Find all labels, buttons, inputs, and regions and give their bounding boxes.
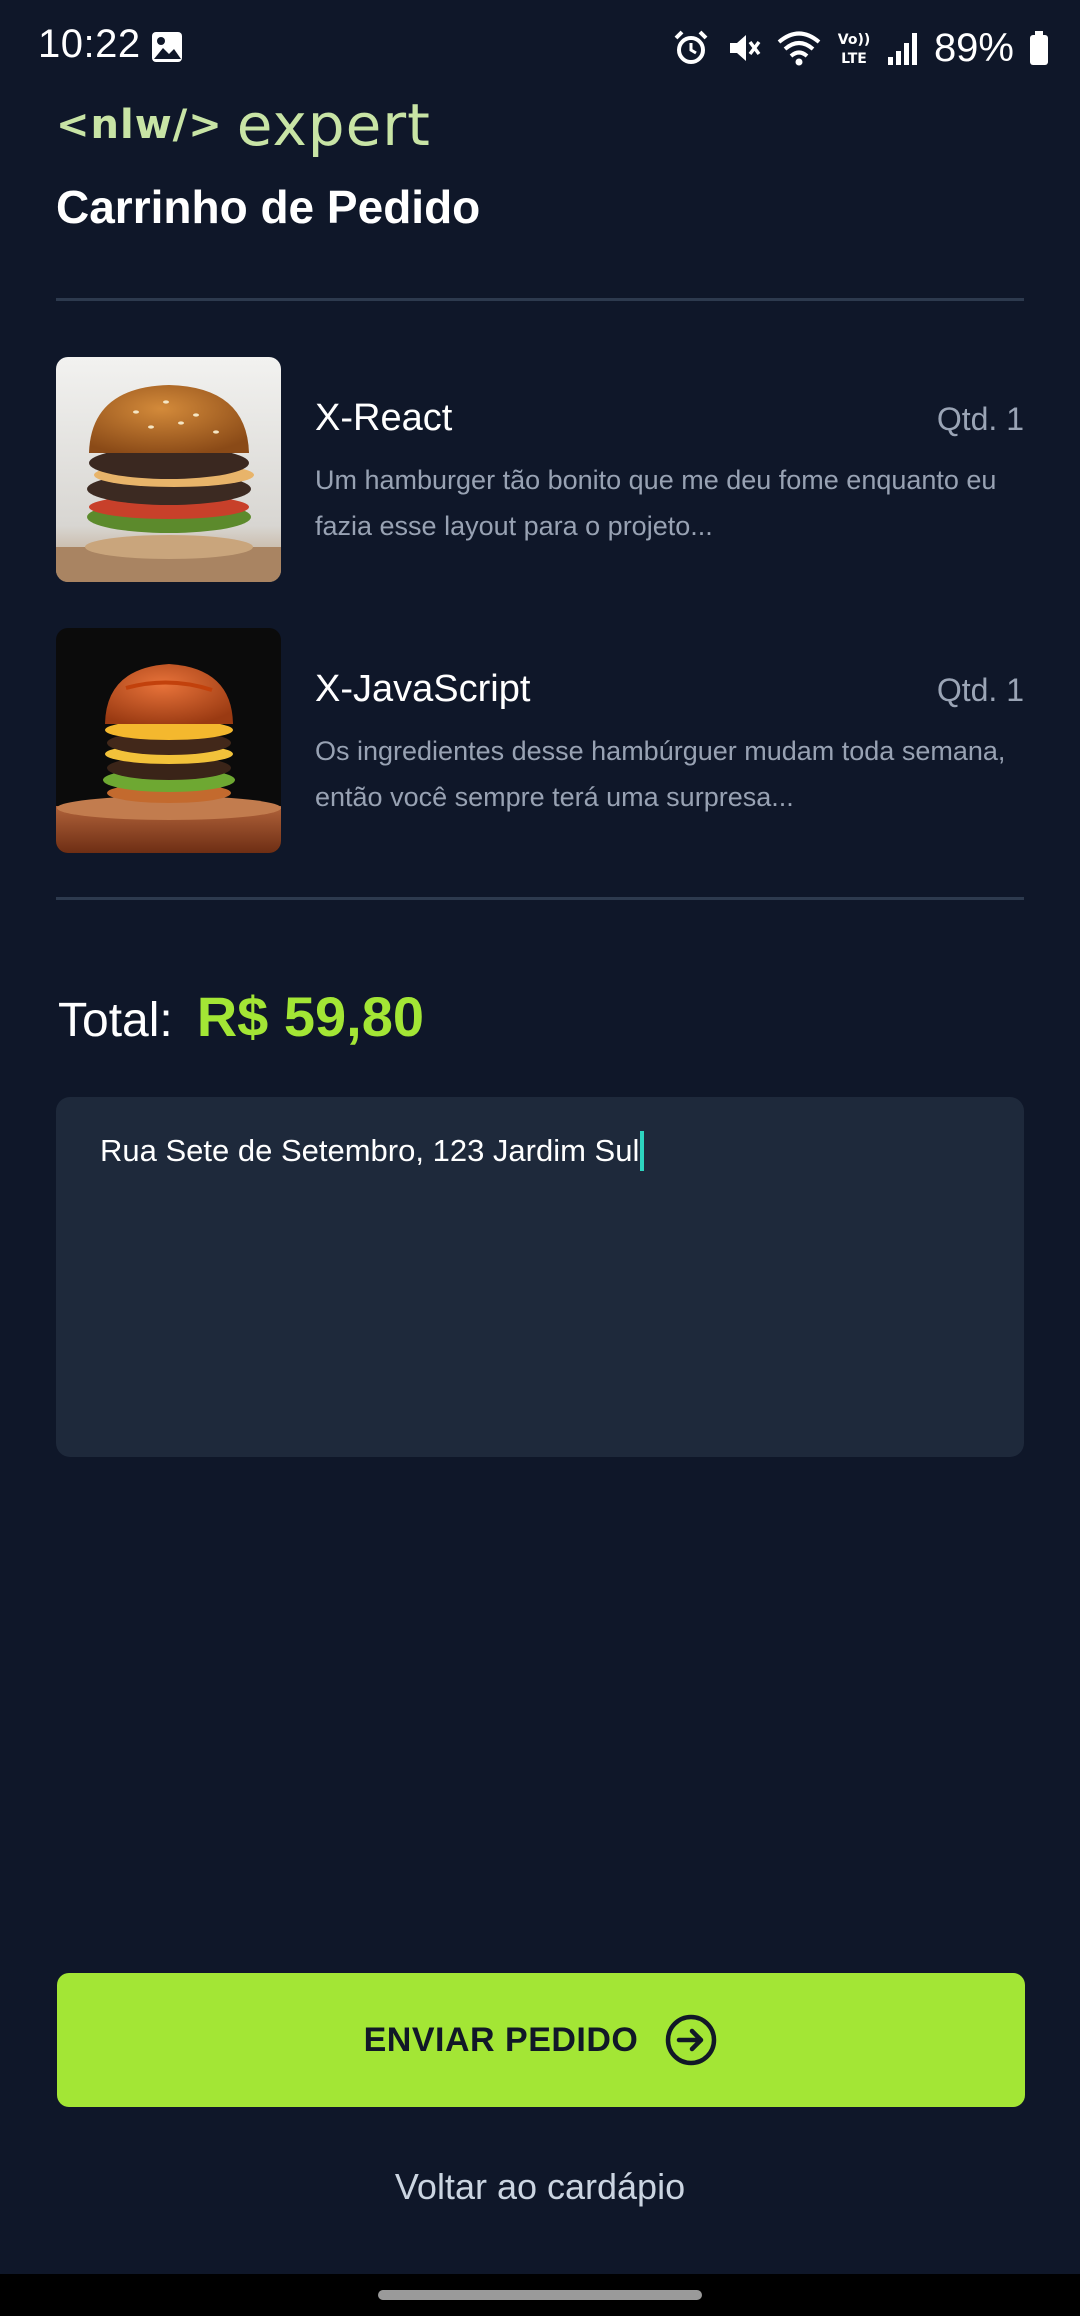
divider-bottom [56, 897, 1024, 900]
cart-screen: 10:22 Vo)) LTE 89% <nlw/> expert Carrinh… [0, 0, 1080, 2316]
item-name: X-JavaScript [315, 668, 531, 710]
cart-item: X-React Qtd. 1 Um hamburger tão bonito q… [56, 357, 1024, 583]
alarm-icon [674, 30, 708, 64]
item-description: Um hamburger tão bonito que me deu fome … [315, 465, 997, 541]
svg-text:LTE: LTE [841, 51, 867, 67]
home-gesture-bar[interactable] [378, 2290, 702, 2300]
arrow-circle-right-icon [666, 2014, 717, 2066]
back-to-menu-link[interactable]: Voltar ao cardápio [0, 2166, 1080, 2208]
wifi-icon [777, 31, 821, 66]
status-icons: Vo)) LTE 89% [672, 22, 1050, 74]
logo-expert-text: expert [236, 91, 431, 159]
cart-item: X-JavaScript Qtd. 1 Os ingredientes dess… [56, 628, 1024, 854]
page-title: Carrinho de Pedido [56, 181, 481, 233]
mute-icon [729, 35, 761, 61]
image-icon [152, 32, 182, 62]
text-caret [640, 1131, 645, 1171]
volte-icon: Vo)) LTE [838, 32, 870, 67]
battery-icon [1030, 31, 1048, 65]
svg-text:Vo)): Vo)) [838, 32, 870, 48]
status-time: 10:22 [38, 22, 141, 66]
nlw-expert-logo: <nlw/> expert [56, 90, 431, 160]
signal-icon [887, 33, 917, 65]
burger-image [56, 628, 281, 853]
total-value: R$ 59,80 [196, 985, 425, 1048]
divider-top [56, 298, 1024, 301]
battery-percent: 89% [933, 25, 1014, 70]
logo-nlw-text: <nlw/> [56, 102, 223, 148]
send-order-label: ENVIAR PEDIDO [363, 2020, 639, 2059]
total-row: Total: R$ 59,80 [58, 984, 424, 1049]
item-quantity: Qtd. 1 [936, 401, 1024, 437]
item-quantity: Qtd. 1 [936, 672, 1024, 708]
navigation-bar [0, 2274, 1080, 2316]
address-input[interactable]: Rua Sete de Setembro, 123 Jardim Sul [56, 1097, 1024, 1457]
address-text: Rua Sete de Setembro, 123 Jardim Sul [100, 1131, 645, 1173]
total-label: Total: [58, 994, 173, 1047]
send-order-button[interactable]: ENVIAR PEDIDO [57, 1973, 1025, 2107]
status-bar: 10:22 Vo)) LTE 89% [0, 0, 1080, 96]
burger-image [56, 357, 281, 582]
item-description: Os ingredientes desse hambúrguer mudam t… [315, 736, 1006, 812]
item-name: X-React [315, 397, 453, 439]
